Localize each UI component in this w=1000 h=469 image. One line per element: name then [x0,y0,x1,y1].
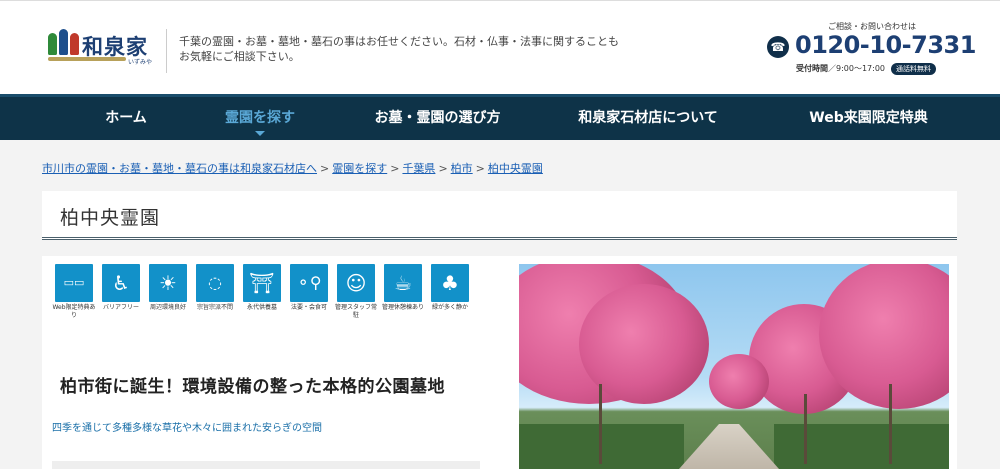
photo-tree-trunk [804,394,807,464]
photo-walkway [679,424,779,469]
coupon-icon: ▭▭ [55,264,93,302]
site-header: 和泉家 いずみや 千葉の霊園・お墓・墓地・墓石の事はお任せください。石材・仏事・… [0,0,1000,94]
feature-dining: ⚬⚲ 法要・会食可 [287,264,331,312]
header-tagline: 千葉の霊園・お墓・墓地・墓石の事はお任せください。石材・仏事・法事に関することも… [179,35,619,63]
logo-figure-green [48,33,57,55]
stupa-icon: ⛩ [243,264,281,302]
sun-person-icon: ☀ [149,264,187,302]
breadcrumb-link-search[interactable]: 霊園を探す [332,162,387,175]
header-divider [166,29,167,73]
photo-hedge [774,424,949,469]
feature-label: 法要・会食可 [290,304,327,311]
breadcrumb-separator: > [320,162,330,175]
nav-item-label: Web来園限定特典 [809,110,928,126]
nav-item-label: 霊園を探す [225,110,295,126]
feature-perpetual-memorial: ⛩ 永代供養墓 [240,264,284,312]
nav-item-label: お墓・霊園の選び方 [374,110,501,126]
photo-tree-trunk [889,384,892,464]
photo-cherry-tree [709,354,769,409]
feature-barrier-free: ♿ バリアフリー [99,264,143,312]
cemetery-subline: 四季を通じて多種多様な草花や木々に囲まれた安らぎの空間 [52,423,322,434]
breadcrumb: 市川市の霊園・お墓・墓地・墓石の事は和泉家石材店へ > 霊園を探す > 千葉県 > 柏市 > 柏… [42,160,543,176]
trees-icon: ♣ [431,264,469,302]
feature-staff: ☺ 管理スタッフ常駐 [334,264,378,320]
info-table-top [52,461,480,469]
beads-icon: ◌ [196,264,234,302]
feature-label: 宗旨宗派不問 [196,304,233,311]
feature-label: 管理休憩棟あり [381,304,424,311]
feature-label: 管理スタッフ常駐 [334,304,377,319]
page-title: 柏中央霊園 [60,207,161,229]
site-logo[interactable]: 和泉家 いずみや [46,29,158,67]
logo-subtext: いずみや [128,59,153,66]
nav-item-web-benefits[interactable]: Web来園限定特典 [786,97,951,140]
feature-any-religion: ◌ 宗旨宗派不問 [193,264,237,312]
nav-item-label: 和泉家石材店について [578,110,718,126]
breadcrumb-link-current[interactable]: 柏中央霊園 [488,162,543,175]
breadcrumb-separator: > [390,162,400,175]
breadcrumb-link-home[interactable]: 市川市の霊園・お墓・墓地・墓石の事は和泉家石材店へ [42,162,317,175]
rest-building-icon: ☕ [384,264,422,302]
dining-icon: ⚬⚲ [290,264,328,302]
breadcrumb-link-city[interactable]: 柏市 [451,162,473,175]
nav-item-label: ホーム [105,110,147,126]
toll-free-badge: 通話料無料 [891,63,937,75]
feature-label: バリアフリー [102,304,139,311]
nav-item-search-cemetery[interactable]: 霊園を探す [215,97,305,140]
active-caret-icon [255,131,265,136]
phone-icon: ☎ [767,36,789,58]
hours-label: 受付時間 [796,64,828,73]
nav-item-about[interactable]: 和泉家石材店について [568,97,728,140]
business-hours: 受付時間／9:00～17:00 通話料無料 [796,63,937,75]
staff-icon: ☺ [337,264,375,302]
breadcrumb-separator: > [475,162,485,175]
feature-green-quiet: ♣ 緑が多く静か [428,264,472,312]
hours-value: ／9:00～17:00 [828,64,886,73]
cemetery-headline: 柏市街に誕生！環境設備の整った本格的公園墓地 [60,377,445,397]
nav-item-home[interactable]: ホーム [95,97,157,140]
cemetery-photo [519,264,949,469]
feature-web-benefit: ▭▭ Web限定特典あり [52,264,96,320]
main-nav: ホーム 霊園を探す お墓・霊園の選び方 和泉家石材店について Web来園限定特典 [0,94,1000,140]
photo-tree-trunk [599,384,602,464]
breadcrumb-link-prefecture[interactable]: 千葉県 [402,162,435,175]
feature-label: 周辺環境良好 [149,304,186,311]
wheelchair-icon: ♿ [102,264,140,302]
feature-label: 永代供養墓 [246,304,277,311]
nav-item-how-to-choose[interactable]: お墓・霊園の選び方 [365,97,510,140]
phone-number: 0120-10-7331 [795,31,976,59]
breadcrumb-separator: > [438,162,448,175]
page-title-box: 柏中央霊園 [42,191,957,240]
feature-rest-building: ☕ 管理休憩棟あり [381,264,425,312]
logo-figure-blue [59,29,68,55]
logo-figure-red [70,33,79,55]
feature-label: Web限定特典あり [52,304,96,319]
feature-environment: ☀ 周辺環境良好 [146,264,190,312]
feature-label: 緑が多く静か [431,304,468,311]
